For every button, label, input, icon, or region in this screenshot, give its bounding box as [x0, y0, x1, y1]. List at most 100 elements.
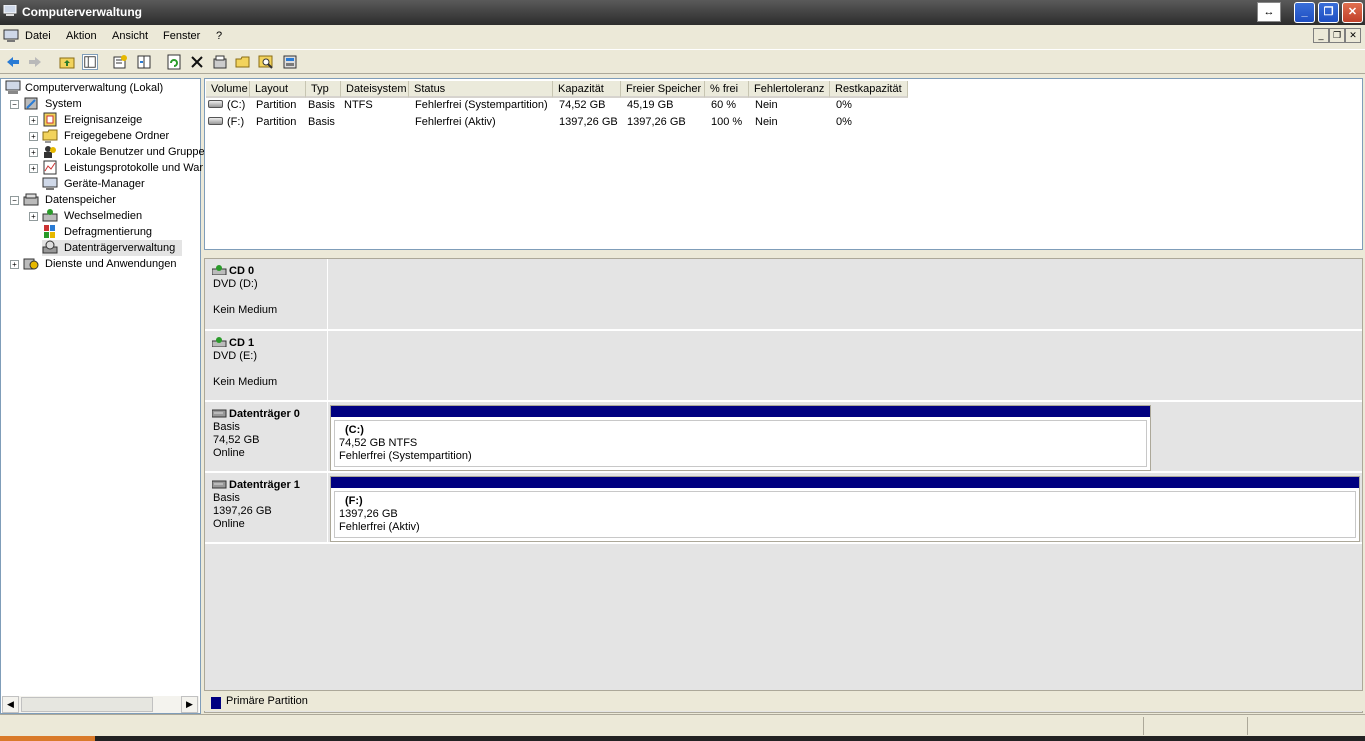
- disk-type: DVD (E:): [213, 350, 257, 362]
- disk-type: DVD (D:): [213, 278, 258, 290]
- table-cell: 45,19 GB: [627, 99, 674, 111]
- status-divider: [1247, 717, 1248, 735]
- column-header-typ[interactable]: Typ: [306, 81, 341, 98]
- child-restore-button[interactable]: ❐: [1329, 28, 1345, 43]
- show-hide-tree-icon[interactable]: [82, 54, 98, 70]
- menu-datei[interactable]: Datei: [25, 30, 51, 42]
- scroll-right-button[interactable]: ▶: [181, 696, 198, 713]
- refresh-icon[interactable]: [166, 54, 182, 70]
- open-folder-icon[interactable]: [235, 54, 251, 70]
- removable-media-icon: [42, 209, 58, 222]
- disk-kind: Basis: [213, 421, 240, 433]
- table-cell: (F:): [227, 116, 245, 128]
- partition-f[interactable]: (F:) 1397,26 GB Fehlerfrei (Aktiv): [330, 476, 1360, 542]
- remote-desktop-toggle-icon[interactable]: ↔: [1257, 2, 1281, 22]
- table-cell: 100 %: [711, 116, 743, 128]
- column-header-volume[interactable]: Volume: [206, 81, 250, 98]
- table-cell: Basis: [308, 116, 335, 128]
- menu-help[interactable]: ?: [216, 30, 222, 42]
- column-header-status[interactable]: Status: [409, 81, 553, 98]
- table-cell: 0%: [836, 116, 852, 128]
- disk-header: Datenträger 0 Basis 74,52 GB Online: [205, 402, 328, 471]
- partition-info: 1397,26 GB: [339, 508, 398, 520]
- volume-list: Volume Layout Typ Dateisystem Status Kap…: [204, 78, 1363, 250]
- column-header-kapazitaet[interactable]: Kapazität: [553, 81, 621, 98]
- child-close-button[interactable]: ✕: [1345, 28, 1361, 43]
- performance-logs-icon: [43, 160, 57, 175]
- table-cell: 74,52 GB: [559, 99, 606, 111]
- table-cell: Fehlerfrei (Aktiv): [415, 116, 496, 128]
- up-folder-icon[interactable]: [59, 54, 75, 70]
- disk-row-datentraeger-0[interactable]: Datenträger 0 Basis 74,52 GB Online (C:)…: [205, 402, 1362, 473]
- delete-icon[interactable]: [189, 54, 205, 70]
- expand-toggle[interactable]: +: [29, 148, 38, 157]
- disk-header: Datenträger 1 Basis 1397,26 GB Online: [205, 473, 328, 542]
- users-icon: [44, 146, 56, 158]
- expand-toggle[interactable]: −: [10, 100, 19, 109]
- search-icon[interactable]: [258, 54, 274, 70]
- column-header-fehlertoleranz[interactable]: Fehlertoleranz: [749, 81, 830, 98]
- disk-row-datentraeger-1[interactable]: Datenträger 1 Basis 1397,26 GB Online (F…: [205, 473, 1362, 544]
- disk-row-cd1[interactable]: CD 1 DVD (E:) Kein Medium: [205, 331, 1362, 402]
- tree-label-datentraegerverwaltung: Datenträgerverwaltung: [64, 242, 176, 254]
- disk-header: CD 0 DVD (D:) Kein Medium: [205, 259, 328, 329]
- tree-label-geraete-manager: Geräte-Manager: [64, 178, 145, 190]
- partition-status: Fehlerfrei (Aktiv): [339, 521, 420, 533]
- disk-title: CD 0: [212, 264, 327, 278]
- partition-details: (C:) 74,52 GB NTFS Fehlerfrei (Systempar…: [334, 420, 1147, 467]
- toolbar: [0, 49, 1365, 74]
- expand-toggle[interactable]: +: [29, 164, 38, 173]
- defrag-icon: [44, 225, 55, 238]
- drive-icon: [208, 117, 223, 125]
- disk-row-cd0[interactable]: CD 0 DVD (D:) Kein Medium: [205, 259, 1362, 331]
- disk-title: Datenträger 0: [212, 407, 327, 421]
- expand-toggle[interactable]: +: [10, 260, 19, 269]
- child-minimize-button[interactable]: _: [1313, 28, 1329, 43]
- partition-label: (F:): [345, 495, 363, 507]
- scrollbar-thumb[interactable]: [21, 697, 153, 712]
- table-cell: Nein: [755, 99, 778, 111]
- expand-toggle[interactable]: +: [29, 116, 38, 125]
- partition-c[interactable]: (C:) 74,52 GB NTFS Fehlerfrei (Systempar…: [330, 405, 1151, 471]
- column-header-layout[interactable]: Layout: [250, 81, 306, 98]
- column-header-freier-speicher[interactable]: Freier Speicher: [621, 81, 705, 98]
- expand-toggle[interactable]: −: [10, 196, 19, 205]
- column-header-dateisystem[interactable]: Dateisystem: [341, 81, 409, 98]
- title-bar: Computerverwaltung ↔ _ ❐ ✕: [0, 0, 1365, 25]
- column-header-prozent-frei[interactable]: % frei: [705, 81, 749, 98]
- menu-ansicht[interactable]: Ansicht: [112, 30, 148, 42]
- minimize-button[interactable]: _: [1294, 2, 1315, 23]
- tools-icon: [24, 97, 38, 110]
- table-cell: (C:): [227, 99, 246, 111]
- start-button-edge[interactable]: [0, 736, 95, 741]
- restore-button[interactable]: ❐: [1318, 2, 1339, 23]
- computer-icon: [5, 80, 21, 94]
- disk-properties-icon[interactable]: [212, 54, 228, 70]
- export-list-icon[interactable]: [136, 54, 152, 70]
- table-cell: 0%: [836, 99, 852, 111]
- scroll-left-button[interactable]: ◀: [2, 696, 19, 713]
- properties-icon[interactable]: [112, 54, 128, 70]
- legend-swatch-primary: [211, 697, 221, 709]
- drive-icon: [208, 100, 223, 108]
- expand-toggle[interactable]: +: [29, 132, 38, 141]
- help-icon[interactable]: [282, 54, 298, 70]
- tree-horizontal-scrollbar[interactable]: ◀ ▶: [2, 696, 199, 713]
- tree-label-ereignisanzeige: Ereignisanzeige: [64, 114, 143, 126]
- expand-toggle[interactable]: +: [29, 212, 38, 221]
- forward-icon[interactable]: [27, 54, 43, 70]
- pane-splitter[interactable]: [204, 250, 1363, 258]
- tree-node-datentraegerverwaltung[interactable]: Datenträgerverwaltung: [42, 240, 182, 256]
- hard-disk-icon: [212, 480, 227, 489]
- legend-label-primary: Primäre Partition: [226, 695, 308, 707]
- tree-label-root: Computerverwaltung (Lokal): [25, 82, 164, 94]
- column-header-restkapazitaet[interactable]: Restkapazität: [830, 81, 908, 98]
- close-button[interactable]: ✕: [1342, 2, 1363, 23]
- menu-aktion[interactable]: Aktion: [66, 30, 97, 42]
- table-cell: Nein: [755, 116, 778, 128]
- menu-bar: Datei Aktion Ansicht Fenster ? _ ❐ ✕: [0, 25, 1365, 49]
- back-icon[interactable]: [5, 54, 21, 70]
- menu-fenster[interactable]: Fenster: [163, 30, 200, 42]
- tree-label-freigegebene-ordner: Freigegebene Ordner: [64, 130, 170, 142]
- tree-label-defragmentierung: Defragmentierung: [64, 226, 153, 238]
